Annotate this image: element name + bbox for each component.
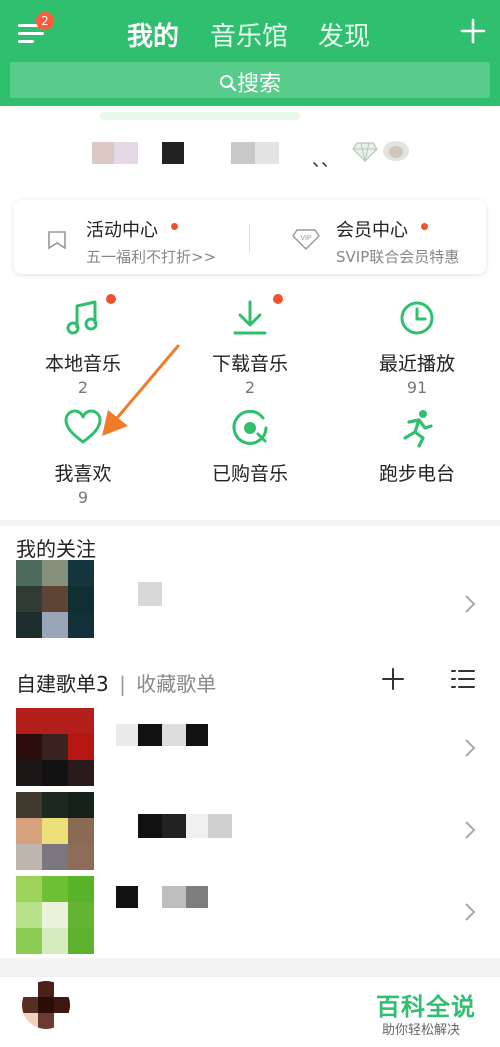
tab-mine[interactable]: 我的 <box>127 16 179 53</box>
chevron-right-icon <box>465 739 476 757</box>
purchased-disc-icon <box>232 409 268 445</box>
nickname-blur <box>255 142 279 164</box>
following-item[interactable] <box>0 558 500 646</box>
grid-recent-play[interactable]: 最近播放 91 <box>334 298 500 397</box>
watermark-title: 百科全说 <box>376 993 476 1021</box>
playlist-name-blur <box>138 814 162 838</box>
playlist-name-blur <box>162 724 186 746</box>
nickname-blur <box>162 142 184 164</box>
activity-center-entry[interactable]: 活动中心 五一福利不打折>> <box>14 200 250 274</box>
add-icon[interactable] <box>460 18 486 44</box>
avatar-blur <box>114 142 138 164</box>
playlist-name-blur <box>186 724 208 746</box>
annotation-arrow-icon <box>102 344 180 436</box>
artist-name-blur <box>138 582 162 606</box>
flag-icon <box>48 231 66 250</box>
grid-count: 91 <box>406 378 428 397</box>
activity-card: 活动中心 五一福利不打折>> VIP 会员中心 SVIP联合会员特惠 <box>14 200 486 274</box>
diamond-level-icon <box>352 142 378 162</box>
grid-label: 已购音乐 <box>211 463 288 485</box>
playlist-cover <box>16 876 94 954</box>
now-playing-cover[interactable] <box>22 981 70 1029</box>
chevron-right-icon <box>465 821 476 839</box>
search-bar[interactable]: 搜索 <box>10 62 490 98</box>
activity-center-subtitle: 五一福利不打折>> <box>86 248 217 266</box>
playlist-name-blur <box>162 814 186 838</box>
grid-label: 我喜欢 <box>54 463 112 485</box>
member-center-subtitle: SVIP联合会员特惠 <box>336 248 460 266</box>
grid-count: 9 <box>77 488 89 507</box>
grid-download-music[interactable]: 下载音乐 2 <box>167 294 333 397</box>
clock-icon <box>400 301 434 335</box>
playlist-cover <box>16 792 94 870</box>
grid-label: 最近播放 <box>378 353 455 375</box>
tab-created-playlists[interactable]: 自建歌单3 <box>16 672 109 696</box>
tab-separator: | <box>119 672 126 696</box>
search-label-wrap: 搜索 <box>10 66 490 98</box>
member-center-title: 会员中心 <box>336 220 408 241</box>
grid-label: 下载音乐 <box>211 353 288 375</box>
grid-purchased-music[interactable]: 已购音乐 <box>167 408 333 486</box>
section-separator <box>0 520 500 526</box>
playlist-name-blur <box>162 886 186 908</box>
activity-center-title: 活动中心 <box>86 220 158 241</box>
tab-music-hall[interactable]: 音乐馆 <box>210 16 288 53</box>
red-dot <box>171 223 178 230</box>
running-icon <box>403 410 433 448</box>
vip-diamond-icon: VIP <box>292 229 320 250</box>
playlist-tabs: 自建歌单3 | 收藏歌单 <box>16 668 216 697</box>
playlist-name-blur <box>116 886 138 908</box>
profile-row[interactable]: 、、 <box>0 130 500 180</box>
playlist-name-blur <box>208 814 232 838</box>
download-icon <box>233 300 267 335</box>
grid-label: 跑步电台 <box>378 463 455 485</box>
playlist-item[interactable] <box>0 790 500 874</box>
playlist-name-blur <box>138 724 162 746</box>
mini-player-bar[interactable]: 百科全说 助你轻松解决 <box>0 976 500 1047</box>
following-cover <box>16 560 94 638</box>
music-note-icon <box>66 300 98 335</box>
vip-badge-text: VIP <box>300 235 312 242</box>
top-header: 2 我的 音乐馆 发现 搜索 <box>0 0 500 106</box>
playlist-item[interactable] <box>0 874 500 958</box>
add-playlist-icon[interactable] <box>382 668 404 690</box>
playlist-name-blur <box>186 886 208 908</box>
tab-collected-playlists[interactable]: 收藏歌单 <box>136 672 216 696</box>
red-dot <box>106 294 116 304</box>
search-label: 搜索 <box>236 72 281 97</box>
member-center-entry[interactable]: VIP 会员中心 SVIP联合会员特惠 <box>250 200 486 274</box>
playlist-item[interactable] <box>0 706 500 790</box>
chevron-right-icon <box>465 595 476 613</box>
playlist-name-blur <box>116 724 138 746</box>
avatar-blur <box>92 142 114 164</box>
section-separator <box>0 958 500 976</box>
search-icon <box>219 75 237 92</box>
notification-badge: 2 <box>36 12 54 30</box>
playlist-cover <box>16 708 94 786</box>
crown-badge-icon <box>383 141 409 161</box>
punctuation-mark: 、、 <box>312 150 339 171</box>
watermark-subtitle: 助你轻松解决 <box>382 1023 461 1038</box>
grid-running-radio[interactable]: 跑步电台 <box>334 408 500 486</box>
grid-count: 2 <box>244 378 256 397</box>
nickname-blur <box>231 142 255 164</box>
red-dot <box>273 294 283 304</box>
playlist-name-blur <box>186 814 208 838</box>
red-dot <box>421 223 428 230</box>
chevron-right-icon <box>465 903 476 921</box>
profile-blur-strip <box>100 112 300 120</box>
tab-discover[interactable]: 发现 <box>318 16 370 53</box>
manage-list-icon[interactable] <box>450 668 476 690</box>
